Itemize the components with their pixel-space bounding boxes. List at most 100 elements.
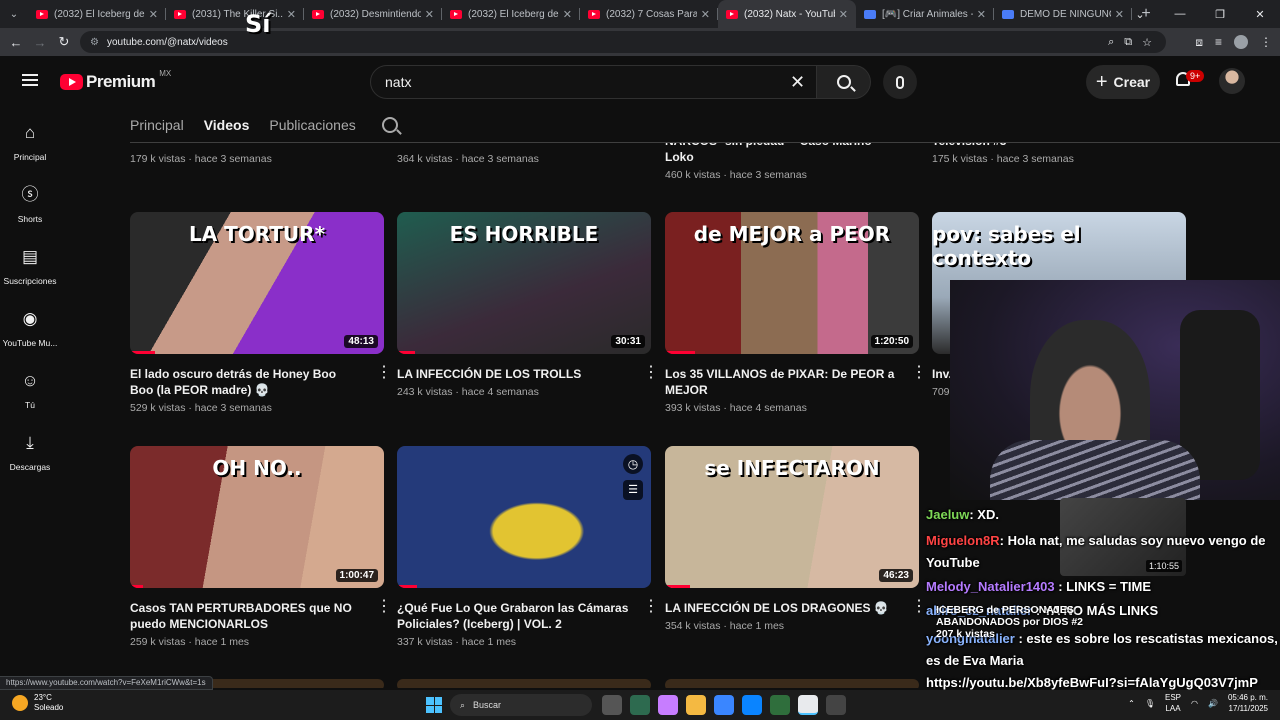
video-thumbnail[interactable] — [665, 679, 919, 688]
start-icon[interactable] — [426, 697, 442, 713]
bookmark-star-icon[interactable]: ☆ — [1142, 36, 1152, 49]
video-thumbnail[interactable] — [397, 679, 651, 688]
video-title[interactable]: Televisión #3 — [932, 143, 1186, 149]
settings-icon[interactable] — [826, 695, 846, 715]
more-actions-icon[interactable] — [376, 370, 380, 375]
excel-icon[interactable] — [770, 695, 790, 715]
close-icon[interactable]: ✕ — [287, 8, 296, 21]
edge-icon[interactable] — [742, 695, 762, 715]
site-info-icon[interactable]: ⚙ — [90, 37, 99, 48]
browser-tab[interactable]: [🎮] Criar Animales - Rob ✕ — [856, 0, 994, 28]
sidebar-item-you[interactable]: ☺ Tú — [0, 356, 60, 418]
close-window-button[interactable]: ✕ — [1240, 8, 1280, 21]
voice-search-button[interactable] — [883, 65, 917, 99]
video-title[interactable]: Casos TAN PERTURBADORES que NO puedo MEN… — [130, 600, 384, 632]
volume-icon[interactable]: 🔊 — [1208, 698, 1218, 709]
video-thumbnail[interactable]: LA TORTUR* 48:13 — [130, 212, 384, 354]
video-card[interactable]: 179 k vistas · hace 3 semanas — [130, 143, 384, 165]
browser-tab[interactable]: (2032) Natx - YouTube ✕ — [718, 0, 856, 28]
browser-profile-avatar[interactable] — [1234, 35, 1248, 49]
close-icon[interactable]: ✕ — [977, 8, 986, 21]
more-actions-icon[interactable] — [643, 370, 647, 375]
browser-tab[interactable]: (2032) El Iceberg de las C ✕ — [28, 0, 166, 28]
tab-principal[interactable]: Principal — [130, 117, 184, 133]
video-card[interactable]: LA TORTUR* 48:13 El lado oscuro detrás de … — [130, 212, 384, 414]
video-thumbnail[interactable]: OH NO.. 1:00:47 — [130, 446, 384, 588]
search-input[interactable]: natx — [370, 65, 817, 99]
reload-button[interactable]: ↻ — [52, 34, 76, 50]
file-explorer-icon[interactable] — [686, 695, 706, 715]
avatar[interactable] — [1219, 68, 1245, 94]
watch-later-icon[interactable]: ◷ — [623, 454, 643, 474]
tab-videos[interactable]: Videos — [204, 117, 250, 133]
video-card[interactable]: NARCOS *sin piedad* - Caso Marino Loko 46… — [665, 143, 919, 181]
clear-search-icon[interactable]: ✕ — [790, 72, 805, 93]
browser-tab[interactable]: DEMO DE NINGUNO DE✕ — [994, 0, 1132, 28]
address-bar[interactable]: ⚙ youtube.com/@natx/videos ⌕ ⧉ ☆ — [80, 31, 1166, 53]
weather-widget[interactable]: 23°C Soleado — [12, 693, 63, 713]
taskbar-search[interactable]: ⌕ Buscar — [450, 694, 592, 716]
youtube-premium-logo[interactable]: Premium MX — [60, 69, 171, 92]
video-card[interactable]: se INFECTARON 46:23 LA INFECCIÓN DE LOS DR… — [665, 446, 919, 632]
video-title[interactable]: Los 35 VILLANOS de PIXAR: De PEOR a MEJO… — [665, 366, 919, 398]
chrome-icon[interactable] — [798, 695, 818, 715]
maximize-button[interactable]: ❐ — [1200, 8, 1240, 21]
browser-tab[interactable]: (2032) 7 Cosas Paranorm ✕ — [580, 0, 718, 28]
more-actions-icon[interactable] — [376, 604, 380, 609]
task-view-icon[interactable] — [602, 695, 622, 715]
video-thumbnail[interactable]: ES HORRIBLE 30:31 — [397, 212, 651, 354]
video-card[interactable]: OH NO.. 1:00:47 Casos TAN PERTURBADORES qu… — [130, 446, 384, 648]
video-title[interactable]: NARCOS *sin piedad* - Caso Marino Loko — [665, 143, 919, 165]
more-actions-icon[interactable] — [643, 604, 647, 609]
channel-search-icon[interactable] — [381, 117, 398, 133]
video-card[interactable]: 364 k vistas · hace 3 semanas — [397, 143, 651, 165]
sidebar-item-downloads[interactable]: ⤓ Descargas — [0, 418, 60, 480]
clock[interactable]: 05:46 p. m. 17/11/2025 — [1228, 692, 1268, 714]
video-title[interactable]: El lado oscuro detrás de Honey Boo Boo (… — [130, 366, 384, 398]
close-icon[interactable]: ✕ — [701, 8, 710, 21]
mic-tray-icon[interactable]: 🎙 — [1145, 698, 1155, 709]
close-icon[interactable]: ✕ — [563, 8, 572, 21]
back-button[interactable]: ← — [4, 35, 28, 50]
tab-publicaciones[interactable]: Publicaciones — [269, 117, 355, 133]
video-title[interactable]: LA INFECCIÓN DE LOS TROLLS — [397, 366, 651, 382]
video-title[interactable]: LA INFECCIÓN DE LOS DRAGONES 💀 — [665, 600, 919, 616]
add-to-queue-icon[interactable]: ☰ — [623, 480, 643, 500]
browser-tab[interactable]: (2032) Desmintiendo "El I ✕ — [304, 0, 442, 28]
create-button[interactable]: + Crear — [1086, 65, 1160, 99]
video-thumbnail[interactable]: de MEJOR a PEOR 1:20:50 — [665, 212, 919, 354]
forward-button[interactable]: → — [28, 35, 52, 50]
more-actions-icon[interactable] — [911, 370, 915, 375]
browser-menu-icon[interactable]: ⋮ — [1260, 35, 1272, 49]
xbox-icon[interactable] — [630, 695, 650, 715]
chevron-down-icon[interactable]: ⌄ — [1120, 8, 1160, 21]
tab-search-dropdown-icon[interactable]: ⌄ — [0, 0, 28, 28]
close-icon[interactable]: ✕ — [839, 8, 848, 21]
zoom-icon[interactable]: ⌕ — [1108, 36, 1114, 49]
store-icon[interactable] — [714, 695, 734, 715]
close-icon[interactable]: ✕ — [425, 8, 434, 21]
browser-tab[interactable]: (2031) The Killer Si... ✕ — [166, 0, 304, 28]
search-button[interactable] — [817, 65, 871, 99]
wifi-icon[interactable]: ◠ — [1191, 698, 1198, 709]
close-icon[interactable]: ✕ — [149, 8, 158, 21]
video-title[interactable]: ¿Qué Fue Lo Que Grabaron las Cámaras Pol… — [397, 600, 651, 632]
language-indicator[interactable]: ESP LAA — [1165, 692, 1181, 714]
sidebar-item-home[interactable]: ⌂ Principal — [0, 108, 60, 170]
install-app-icon[interactable]: ⧉ — [1124, 36, 1132, 49]
video-card[interactable]: ES HORRIBLE 30:31 LA INFECCIÓN DE LOS TROL… — [397, 212, 651, 398]
video-card[interactable]: de MEJOR a PEOR 1:20:50 Los 35 VILLANOS de… — [665, 212, 919, 414]
video-thumbnail[interactable]: ◷ ☰ — [397, 446, 651, 588]
browser-tab[interactable]: (2032) El Iceberg de la Se ✕ — [442, 0, 580, 28]
sidebar-item-shorts[interactable]: ⓢ Shorts — [0, 170, 60, 232]
menu-icon[interactable] — [22, 74, 38, 86]
chevron-up-icon[interactable]: ⌃ — [1128, 698, 1135, 709]
sidebar-item-subscriptions[interactable]: ▤ Suscripciones — [0, 232, 60, 294]
minimize-button[interactable]: — — [1160, 8, 1200, 20]
video-card[interactable]: Televisión #3 175 k vistas · hace 3 seman… — [932, 143, 1186, 165]
video-card[interactable]: ◷ ☰ ¿Qué Fue Lo Que Grabaron las Cámaras P… — [397, 446, 651, 648]
extensions-icon[interactable]: ⧈ — [1195, 35, 1203, 50]
media-controls-icon[interactable]: ≡ — [1215, 35, 1222, 49]
video-thumbnail[interactable]: se INFECTARON 46:23 — [665, 446, 919, 588]
sidebar-item-youtube-music[interactable]: ◉ YouTube Mu... — [0, 294, 60, 356]
